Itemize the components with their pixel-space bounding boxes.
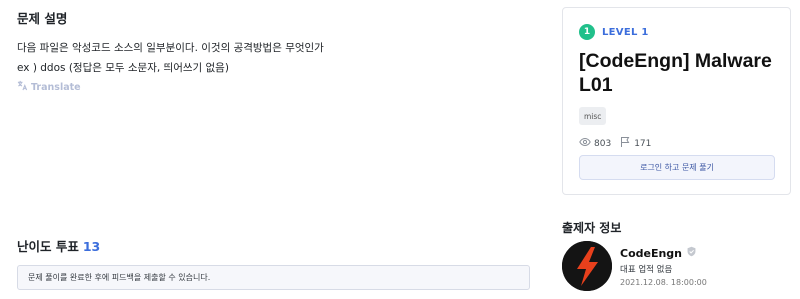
login-to-solve-button[interactable]: 로그인 하고 문제 풀기 xyxy=(579,155,775,180)
description-line-2: ex ) ddos (정답은 모두 소문자, 띄어쓰기 없음) xyxy=(17,62,229,74)
views-count: 803 xyxy=(594,138,612,149)
vote-count: 13 xyxy=(82,239,101,254)
author-achievement: 대표 업적 없음 xyxy=(620,265,673,275)
lightning-bolt-icon xyxy=(562,241,612,291)
description-heading: 문제 설명 xyxy=(17,11,68,26)
flag-icon xyxy=(619,136,631,151)
description-body: 다음 파일은 악성코드 소스의 일부분이다. 이것의 공격방법은 무엇인가 ex… xyxy=(17,38,324,78)
comments-count: 171 xyxy=(634,138,652,149)
vote-notice-text: 문제 풀이를 완료한 후에 피드백을 제출할 수 있습니다. xyxy=(28,273,211,282)
level-number: 1 xyxy=(579,24,595,40)
translate-label: Translate xyxy=(31,81,81,93)
level-label: LEVEL 1 xyxy=(602,26,649,38)
author-name-label: CodeEngn xyxy=(620,246,683,260)
vote-heading: 난이도 투표 13 xyxy=(17,236,100,255)
vote-notice: 문제 풀이를 완료한 후에 피드백을 제출할 수 있습니다. xyxy=(17,265,530,290)
vote-heading-label: 난이도 투표 xyxy=(17,239,79,254)
challenge-tag[interactable]: misc xyxy=(579,107,607,125)
views-stat: 803 xyxy=(579,136,611,151)
author-heading: 출제자 정보 xyxy=(562,221,622,235)
challenge-stats: 803 171 xyxy=(579,136,659,151)
comments-stat: 171 xyxy=(619,136,651,151)
avatar[interactable] xyxy=(562,241,612,291)
description-line-1: 다음 파일은 악성코드 소스의 일부분이다. 이것의 공격방법은 무엇인가 xyxy=(17,42,324,54)
shield-icon xyxy=(686,246,697,260)
author-name[interactable]: CodeEngn xyxy=(620,246,697,260)
translate-button[interactable]: Translate xyxy=(17,80,81,94)
challenge-title: [CodeEngn] Malware L01 xyxy=(579,50,772,96)
login-to-solve-label: 로그인 하고 문제 풀기 xyxy=(640,163,714,172)
eye-icon xyxy=(579,136,591,151)
translate-icon xyxy=(17,80,28,94)
level-badge: 1 LEVEL 1 xyxy=(579,24,649,40)
author-date: 2021.12.08. 18:00:00 xyxy=(620,278,707,287)
challenge-card: 1 LEVEL 1 [CodeEngn] Malware L01 misc 80… xyxy=(562,7,791,195)
